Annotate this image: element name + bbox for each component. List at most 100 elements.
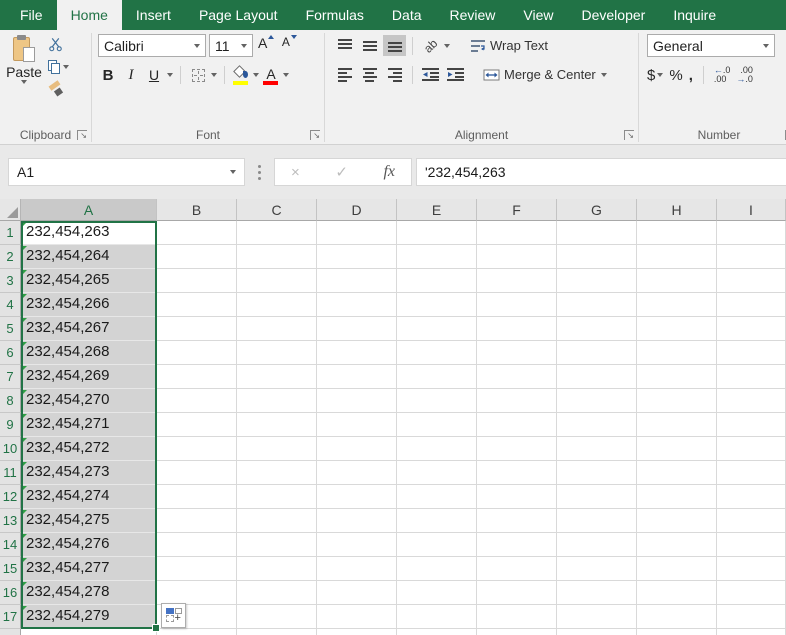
tab-formulas[interactable]: Formulas [292,0,378,30]
row-header-13[interactable]: 13 [0,509,21,533]
cell-C3[interactable] [237,269,317,293]
fill-handle[interactable] [152,624,160,632]
cell-H16[interactable] [637,581,717,605]
underline-dropdown-icon[interactable] [167,73,173,77]
cell-H13[interactable] [637,509,717,533]
row-header-3[interactable]: 3 [0,269,21,293]
cell-E16[interactable] [397,581,477,605]
cell-D11[interactable] [317,461,397,485]
tab-developer[interactable]: Developer [568,0,660,30]
cell-F14[interactable] [477,533,557,557]
cell-E8[interactable] [397,389,477,413]
cell-C14[interactable] [237,533,317,557]
wrap-text-button[interactable]: Wrap Text [470,35,548,56]
font-size-select[interactable]: 11 [209,34,253,57]
cell-B[interactable] [157,629,237,635]
cell-F3[interactable] [477,269,557,293]
number-format-select[interactable]: General [647,34,775,57]
cell-G2[interactable] [557,245,637,269]
cell-H7[interactable] [637,365,717,389]
cell-C11[interactable] [237,461,317,485]
cell-I6[interactable] [717,341,786,365]
row-header-2[interactable]: 2 [0,245,21,269]
tab-inquire[interactable]: Inquire [659,0,730,30]
copy-icon[interactable] [48,60,60,74]
column-header-A[interactable]: A [21,199,157,221]
row-header-4[interactable]: 4 [0,293,21,317]
cell-G14[interactable] [557,533,637,557]
cell-C2[interactable] [237,245,317,269]
insert-function-icon[interactable]: fx [383,163,395,181]
cell-B1[interactable] [157,221,237,245]
cell-F9[interactable] [477,413,557,437]
cell-F5[interactable] [477,317,557,341]
cell-A[interactable] [21,629,157,635]
cell-D17[interactable] [317,605,397,629]
cell-I8[interactable] [717,389,786,413]
cell-F7[interactable] [477,365,557,389]
cell-G5[interactable] [557,317,637,341]
cell-I4[interactable] [717,293,786,317]
cell-B14[interactable] [157,533,237,557]
tab-file[interactable]: File [6,0,57,30]
row-header-1[interactable]: 1 [0,221,21,245]
cell-I2[interactable] [717,245,786,269]
cell-A6[interactable]: 232,454,268 [21,341,157,365]
cell-G3[interactable] [557,269,637,293]
cell-E[interactable] [397,629,477,635]
increase-decimal-button[interactable]: ←.0 .00 [714,66,731,84]
comma-style-button[interactable]: , [689,67,693,84]
cell-C16[interactable] [237,581,317,605]
cell-F10[interactable] [477,437,557,461]
cell-G17[interactable] [557,605,637,629]
cell-F13[interactable] [477,509,557,533]
underline-button[interactable]: U [144,64,164,86]
cell-G[interactable] [557,629,637,635]
row-header-8[interactable]: 8 [0,389,21,413]
cell-E6[interactable] [397,341,477,365]
cell-F4[interactable] [477,293,557,317]
row-header-5[interactable]: 5 [0,317,21,341]
cell-E13[interactable] [397,509,477,533]
cell-I5[interactable] [717,317,786,341]
cell-H9[interactable] [637,413,717,437]
cell-G12[interactable] [557,485,637,509]
tab-view[interactable]: View [509,0,567,30]
name-box-dropdown-icon[interactable] [230,170,236,174]
row-header-6[interactable]: 6 [0,341,21,365]
cell-A13[interactable]: 232,454,275 [21,509,157,533]
cell-H14[interactable] [637,533,717,557]
cell-A2[interactable]: 232,454,264 [21,245,157,269]
cell-I11[interactable] [717,461,786,485]
cell-H12[interactable] [637,485,717,509]
cell-I1[interactable] [717,221,786,245]
bottom-align-button[interactable] [383,35,406,56]
cell-E12[interactable] [397,485,477,509]
cell-E14[interactable] [397,533,477,557]
cell-A4[interactable]: 232,454,266 [21,293,157,317]
row-header-14[interactable]: 14 [0,533,21,557]
row-header-7[interactable]: 7 [0,365,21,389]
cell-G11[interactable] [557,461,637,485]
cell-D13[interactable] [317,509,397,533]
cell-E7[interactable] [397,365,477,389]
tab-review[interactable]: Review [436,0,510,30]
cell-I16[interactable] [717,581,786,605]
cell-A16[interactable]: 232,454,278 [21,581,157,605]
cell-I12[interactable] [717,485,786,509]
cell-G4[interactable] [557,293,637,317]
cell-B2[interactable] [157,245,237,269]
cell-E9[interactable] [397,413,477,437]
cell-H15[interactable] [637,557,717,581]
cell-B4[interactable] [157,293,237,317]
font-dialog-launcher-icon[interactable]: ↘ [310,130,320,140]
cell-I17[interactable] [717,605,786,629]
cell-C15[interactable] [237,557,317,581]
paste-dropdown-icon[interactable] [21,80,27,84]
cell-E1[interactable] [397,221,477,245]
font-family-select[interactable]: Calibri [98,34,206,57]
cell-C17[interactable] [237,605,317,629]
cell-H11[interactable] [637,461,717,485]
cell-D[interactable] [317,629,397,635]
cell-I[interactable] [717,629,786,635]
